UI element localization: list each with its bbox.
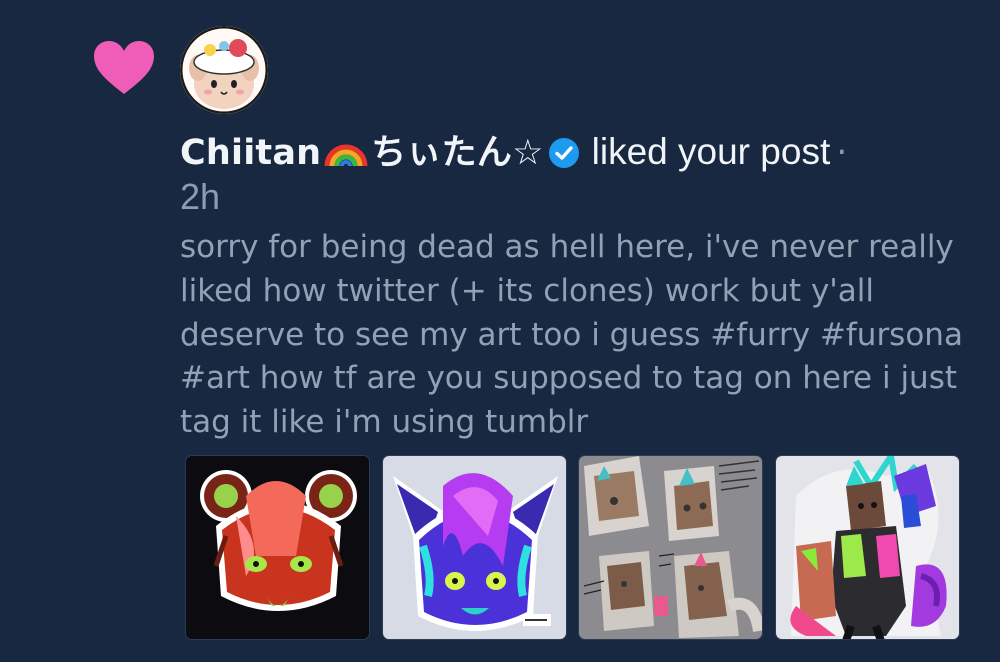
fursona-headshot-purple-image: [383, 456, 566, 639]
post-text[interactable]: sorry for being dead as hell here, i've …: [180, 226, 980, 445]
separator-dot: ·: [836, 133, 848, 173]
avatar-image: [180, 26, 268, 114]
media-thumbnail-4[interactable]: [775, 455, 960, 640]
avatar[interactable]: [180, 26, 268, 114]
heart-icon: [94, 41, 154, 94]
action-text: liked your post: [591, 131, 831, 172]
fursona-reference-sketch-image: [579, 456, 762, 639]
rainbow-icon: [324, 144, 368, 167]
display-name[interactable]: Chiitan ちぃたん☆: [180, 133, 544, 173]
timestamp[interactable]: 2h: [180, 175, 970, 219]
media-thumbnail-2[interactable]: [382, 455, 567, 640]
fursona-headshot-red-image: [186, 456, 369, 639]
media-thumbnail-3[interactable]: [578, 455, 763, 640]
fursona-full-body-group-image: [776, 456, 959, 639]
media-grid: [185, 455, 960, 640]
notification-headline: Chiitan ちぃたん☆ liked your post · 2h: [180, 130, 970, 219]
media-thumbnail-1[interactable]: [185, 455, 370, 640]
verified-badge-icon: [548, 138, 579, 168]
